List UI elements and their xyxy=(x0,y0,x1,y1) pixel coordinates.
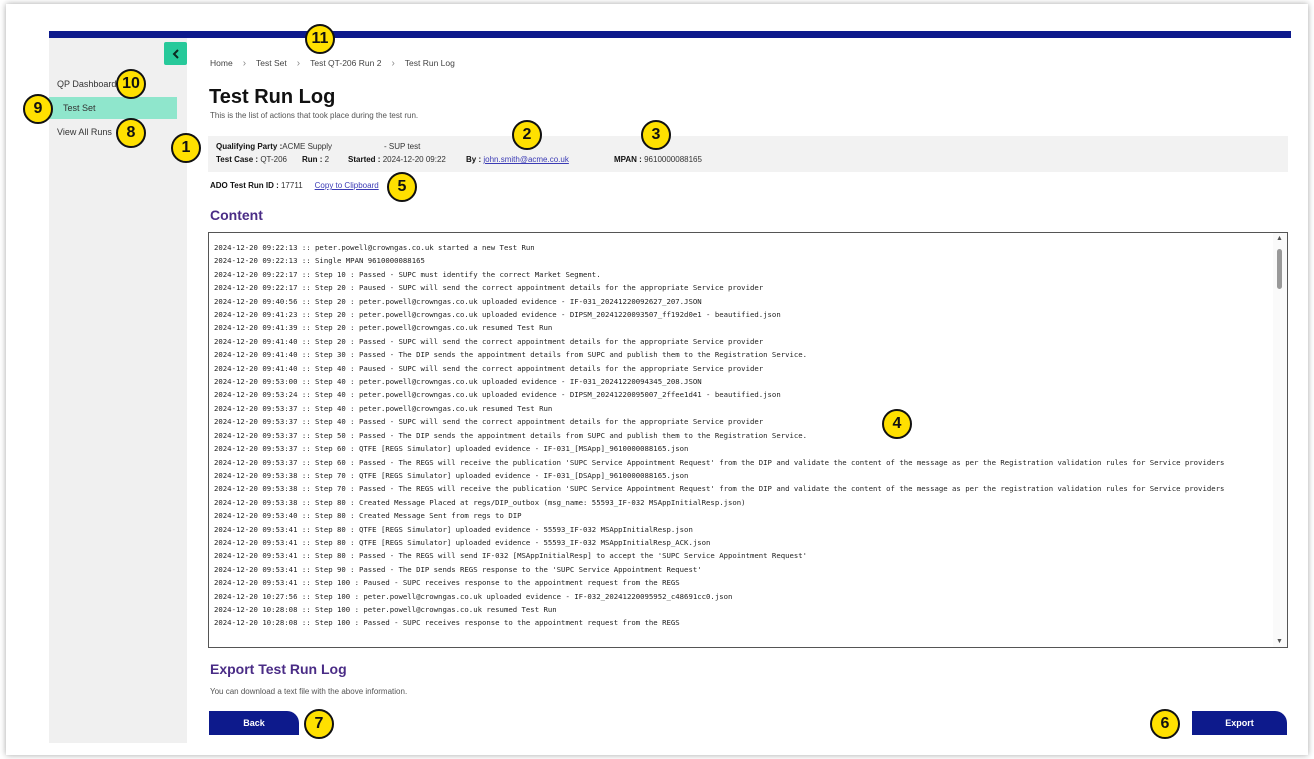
log-line: 2024-12-20 09:53:37 :: Step 60 : Passed … xyxy=(214,457,1225,467)
log-scrollbar[interactable]: ▲ ▼ xyxy=(1273,233,1287,647)
by-label: By : xyxy=(466,155,482,164)
sidebar xyxy=(49,38,187,743)
annotation-badge: 4 xyxy=(882,409,912,439)
ado-test-run-id: ADO Test Run ID : 17711 Copy to Clipboard xyxy=(210,181,379,190)
run-info-panel xyxy=(208,136,1288,172)
run-value: 2 xyxy=(324,155,330,164)
log-line: 2024-12-20 09:53:41 :: Step 80 : Passed … xyxy=(214,551,808,561)
export-subtitle: You can download a text file with the ab… xyxy=(210,687,408,696)
log-line: 2024-12-20 09:22:13 :: peter.powell@crow… xyxy=(214,243,535,252)
mpan-label: MPAN : xyxy=(614,155,642,164)
annotation-badge: 6 xyxy=(1150,709,1180,739)
chevron-left-icon xyxy=(172,48,179,59)
log-line: 2024-12-20 09:53:41 :: Step 90 : Passed … xyxy=(214,564,702,574)
log-line: 2024-12-20 09:40:56 :: Step 20 : peter.p… xyxy=(214,296,702,306)
top-nav-bar xyxy=(49,31,1291,38)
run-label: Run : xyxy=(302,155,323,164)
mpan-value: 9610000088165 xyxy=(644,155,702,164)
log-line: 2024-12-20 10:28:08 :: Step 100 : Passed… xyxy=(214,618,680,628)
breadcrumb-test-set[interactable]: Test Set xyxy=(256,58,287,68)
by-email-link[interactable]: john.smith@acme.co.uk xyxy=(483,155,569,164)
started-value: 2024-12-20 09:22 xyxy=(382,155,446,164)
qualifying-party-label: Qualifying Party : xyxy=(216,142,283,151)
run-by: By : john.smith@acme.co.uk xyxy=(466,155,569,164)
ado-label: ADO Test Run ID : xyxy=(210,181,279,190)
log-line: 2024-12-20 09:53:41 :: Step 80 : QTFE [R… xyxy=(214,537,711,547)
log-line: 2024-12-20 09:22:13 :: Single MPAN 96100… xyxy=(214,256,425,266)
content-heading: Content xyxy=(210,207,263,223)
annotation-badge: 11 xyxy=(305,24,335,54)
scroll-up-icon[interactable]: ▲ xyxy=(1276,235,1283,242)
annotation-badge: 7 xyxy=(304,709,334,739)
log-line: 2024-12-20 09:53:37 :: Step 60 : QTFE [R… xyxy=(214,444,689,454)
annotation-badge: 2 xyxy=(512,120,542,150)
log-line: 2024-12-20 10:27:56 :: Step 100 : peter.… xyxy=(214,591,733,601)
breadcrumb-home[interactable]: Home xyxy=(210,58,233,68)
log-textarea[interactable]: 2024-12-20 09:22:13 :: peter.powell@crow… xyxy=(208,232,1288,648)
run-number: Run : 2 xyxy=(302,155,329,164)
test-case-label: Test Case : xyxy=(216,155,259,164)
breadcrumb-test-run[interactable]: Test QT-206 Run 2 xyxy=(310,58,381,68)
ado-value: 17711 xyxy=(280,181,303,190)
page-title: Test Run Log xyxy=(209,86,336,108)
sup-value: - SUP test xyxy=(384,142,421,151)
log-line: 2024-12-20 09:53:38 :: Step 70 : QTFE [R… xyxy=(214,470,689,480)
chevron-right-icon: › xyxy=(242,57,247,69)
test-case: Test Case : QT-206 xyxy=(216,155,287,164)
annotation-badge: 10 xyxy=(116,69,146,99)
log-line: 2024-12-20 09:53:41 :: Step 100 : Paused… xyxy=(214,578,680,588)
log-line: 2024-12-20 09:41:23 :: Step 20 : peter.p… xyxy=(214,310,781,320)
page-subtitle: This is the list of actions that took pl… xyxy=(210,111,419,120)
export-heading: Export Test Run Log xyxy=(210,661,347,677)
qualifying-party-value: ACME Supply xyxy=(282,142,333,151)
test-case-value: QT-206 xyxy=(260,155,288,164)
annotation-badge: 1 xyxy=(171,133,201,163)
breadcrumb: Home › Test Set › Test QT-206 Run 2 › Te… xyxy=(210,56,455,70)
qualifying-party: Qualifying Party :ACME Supply xyxy=(216,142,332,151)
mpan: MPAN : 9610000088165 xyxy=(614,155,702,164)
log-line: 2024-12-20 09:53:38 :: Step 80 : Created… xyxy=(214,497,746,507)
log-line: 2024-12-20 09:41:40 :: Step 20 : Passed … xyxy=(214,336,764,346)
chevron-right-icon: › xyxy=(391,57,395,69)
log-line: 2024-12-20 09:22:17 :: Step 20 : Paused … xyxy=(214,283,764,293)
log-line: 2024-12-20 09:53:00 :: Step 40 : peter.p… xyxy=(214,377,702,387)
sidebar-item-qp-dashboard[interactable]: QP Dashboard xyxy=(49,73,177,95)
sidebar-collapse-button[interactable] xyxy=(164,42,187,65)
annotation-badge: 3 xyxy=(641,120,671,150)
sidebar-item-view-all-runs[interactable]: View All Runs xyxy=(49,121,177,143)
scroll-thumb[interactable] xyxy=(1277,249,1282,289)
breadcrumb-current: Test Run Log xyxy=(404,58,455,68)
sidebar-item-test-set[interactable]: Test Set xyxy=(49,97,177,119)
log-line: 2024-12-20 09:41:39 :: Step 20 : peter.p… xyxy=(214,323,553,333)
started: Started : 2024-12-20 09:22 xyxy=(348,155,446,164)
log-line: 2024-12-20 09:53:37 :: Step 50 : Passed … xyxy=(214,430,808,440)
annotation-badge: 9 xyxy=(23,94,53,124)
log-line: 2024-12-20 09:53:37 :: Step 40 : peter.p… xyxy=(214,403,553,413)
sidebar-item-label: QP Dashboard xyxy=(57,79,117,89)
annotation-badge: 5 xyxy=(387,172,417,202)
started-label: Started : xyxy=(348,155,381,164)
log-lines: 2024-12-20 09:22:13 :: peter.powell@crow… xyxy=(214,241,1269,630)
back-button[interactable]: Back xyxy=(209,711,299,735)
log-line: 2024-12-20 09:53:38 :: Step 70 : Passed … xyxy=(214,484,1225,494)
log-line: 2024-12-20 09:53:24 :: Step 40 : peter.p… xyxy=(214,390,781,400)
log-line: 2024-12-20 09:53:41 :: Step 80 : QTFE [R… xyxy=(214,524,693,534)
log-line: 2024-12-20 09:53:37 :: Step 40 : Passed … xyxy=(214,417,764,427)
copy-to-clipboard-link[interactable]: Copy to Clipboard xyxy=(315,181,379,190)
sidebar-item-label: Test Set xyxy=(63,103,96,113)
log-line: 2024-12-20 09:41:40 :: Step 30 : Passed … xyxy=(214,350,808,360)
export-button[interactable]: Export xyxy=(1192,711,1287,735)
annotation-badge: 8 xyxy=(116,118,146,148)
log-line: 2024-12-20 09:53:40 :: Step 80 : Created… xyxy=(214,511,522,521)
log-line: 2024-12-20 10:28:08 :: Step 100 : peter.… xyxy=(214,604,557,614)
log-line: 2024-12-20 09:41:40 :: Step 40 : Paused … xyxy=(214,363,764,373)
scroll-down-icon[interactable]: ▼ xyxy=(1276,638,1283,645)
chevron-right-icon: › xyxy=(296,57,301,69)
log-line: 2024-12-20 09:22:17 :: Step 10 : Passed … xyxy=(214,269,601,279)
sidebar-item-label: View All Runs xyxy=(57,127,112,137)
